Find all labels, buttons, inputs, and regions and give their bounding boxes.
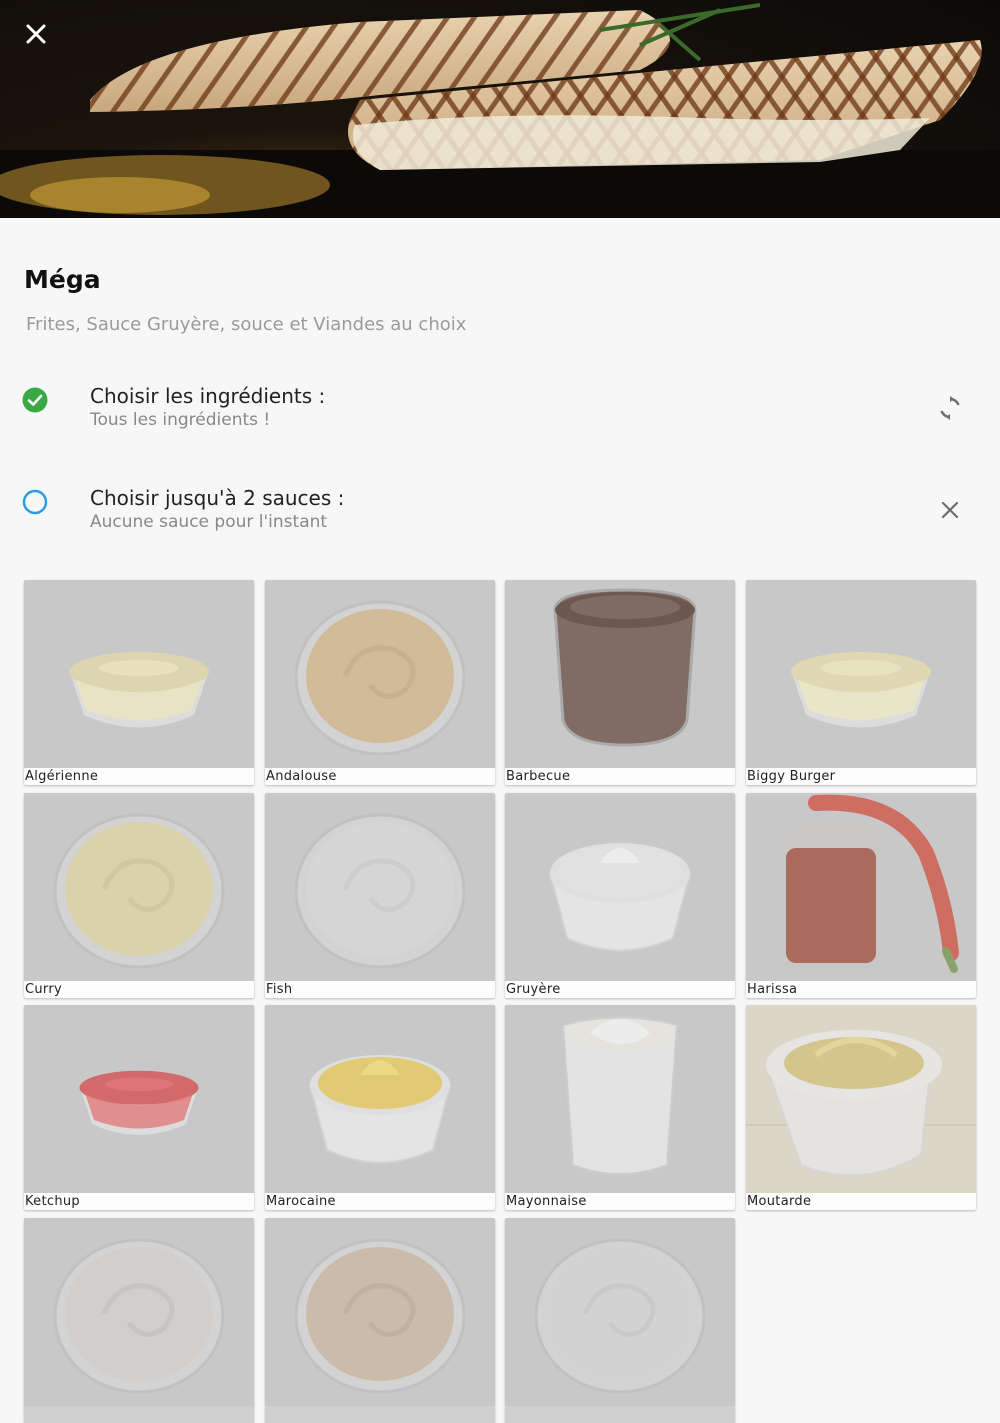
sauce-overlay — [746, 580, 976, 768]
sauce-label: Gruyère — [505, 981, 735, 998]
sauce-overlay — [265, 1005, 495, 1193]
sauce-label: Fish — [265, 981, 495, 998]
sauce-tile[interactable] — [265, 1218, 495, 1423]
sauce-photo — [24, 1005, 254, 1193]
sauce-overlay — [265, 793, 495, 981]
sauce-photo — [505, 580, 735, 768]
close-icon — [26, 24, 46, 44]
sauce-tile[interactable] — [505, 1218, 735, 1423]
step-sauces[interactable]: Choisir jusqu'à 2 sauces : Aucune sauce … — [0, 486, 1000, 556]
sauce-photo — [746, 793, 976, 981]
sauce-tile[interactable]: Moutarde — [746, 1005, 976, 1210]
sauce-overlay — [24, 793, 254, 981]
refresh-icon — [940, 396, 960, 420]
sauce-label: Harissa — [746, 981, 976, 998]
sauce-overlay — [265, 1218, 495, 1406]
sauce-overlay — [265, 580, 495, 768]
step-sauces-summary: Aucune sauce pour l'instant — [90, 512, 328, 532]
wrap-photo — [0, 3, 1000, 218]
sauce-tile[interactable]: Biggy Burger — [746, 580, 976, 785]
sauce-overlay — [24, 580, 254, 768]
product-hero-image — [0, 0, 1000, 218]
sauce-label: Moutarde — [746, 1193, 976, 1210]
step-ingredients[interactable]: Choisir les ingrédients : Tous les ingré… — [0, 384, 1000, 454]
sauce-overlay — [505, 793, 735, 981]
sauce-tile[interactable] — [24, 1218, 254, 1423]
sauce-tile[interactable]: Marocaine — [265, 1005, 495, 1210]
sauce-photo — [24, 793, 254, 981]
sauce-tile[interactable]: Fish — [265, 793, 495, 998]
sauce-label: Andalouse — [265, 768, 495, 785]
sauce-photo — [746, 1005, 976, 1193]
sauce-photo — [505, 1005, 735, 1193]
sauce-label: Curry — [24, 981, 254, 998]
sauce-tile[interactable]: Algérienne — [24, 580, 254, 785]
step-sauces-heading: Choisir jusqu'à 2 sauces : — [90, 486, 345, 510]
sauce-label: Mayonnaise — [505, 1193, 735, 1210]
sauce-photo — [265, 1005, 495, 1193]
sauce-label: Marocaine — [265, 1193, 495, 1210]
step-ingredients-summary: Tous les ingrédients ! — [90, 410, 271, 430]
sauce-label: Ketchup — [24, 1193, 254, 1210]
sauce-tile[interactable]: Curry — [24, 793, 254, 998]
sauce-tile[interactable]: Mayonnaise — [505, 1005, 735, 1210]
sauce-tile[interactable]: Harissa — [746, 793, 976, 998]
sauce-overlay — [505, 1218, 735, 1406]
sauce-photo — [505, 1218, 735, 1406]
sauce-tile[interactable]: Barbecue — [505, 580, 735, 785]
clear-sauces-button[interactable] — [934, 494, 966, 526]
sauce-label: Barbecue — [505, 768, 735, 785]
sauce-overlay — [24, 1218, 254, 1406]
empty-circle-icon — [22, 489, 48, 515]
sauce-tile[interactable]: Gruyère — [505, 793, 735, 998]
sauce-photo — [746, 580, 976, 768]
close-icon — [941, 501, 959, 519]
sauce-photo — [24, 1218, 254, 1406]
sauce-overlay — [746, 793, 976, 981]
reset-ingredients-button[interactable] — [934, 392, 966, 424]
sauce-photo — [24, 580, 254, 768]
sauce-overlay — [746, 1005, 976, 1193]
sauce-photo — [265, 580, 495, 768]
sauce-overlay — [24, 1005, 254, 1193]
sauce-photo — [265, 1218, 495, 1406]
sauce-overlay — [505, 580, 735, 768]
sauce-overlay — [505, 1005, 735, 1193]
sauce-label: Biggy Burger — [746, 768, 976, 785]
sauce-tile[interactable]: Ketchup — [24, 1005, 254, 1210]
step-ingredients-heading: Choisir les ingrédients : — [90, 384, 326, 408]
sauce-tile[interactable]: Andalouse — [265, 580, 495, 785]
sauce-photo — [265, 793, 495, 981]
product-description: Frites, Sauce Gruyère, souce et Viandes … — [26, 314, 467, 335]
sauce-label: Algérienne — [24, 768, 254, 785]
sauce-photo — [505, 793, 735, 981]
check-circle-icon — [22, 387, 48, 413]
product-title: Méga — [24, 265, 101, 294]
close-button[interactable] — [20, 18, 52, 50]
